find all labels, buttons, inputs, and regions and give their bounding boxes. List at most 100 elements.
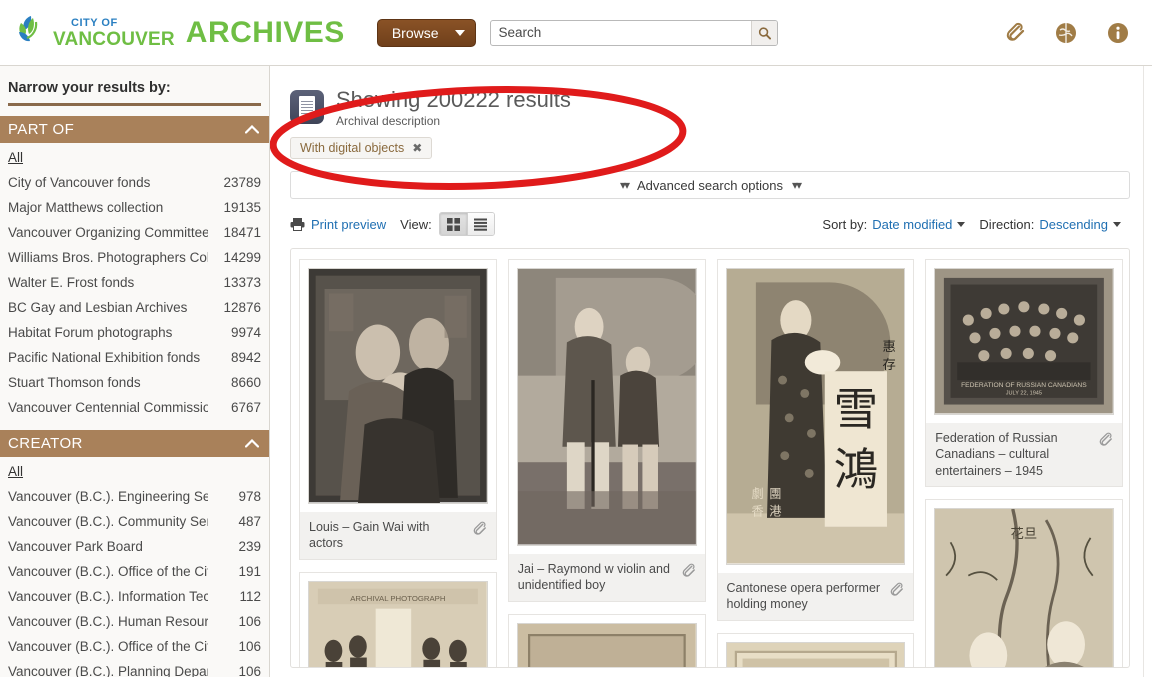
facet-item[interactable]: Vancouver (B.C.). Community Servi... 487 [0, 509, 269, 534]
facet-item[interactable]: Major Matthews collection 19135 [0, 195, 269, 220]
facet-item[interactable]: Vancouver (B.C.). Engineering Servi... 97… [0, 484, 269, 509]
facet-item-label: BC Gay and Lesbian Archives [8, 300, 188, 315]
facet-item-label: Habitat Forum photographs [8, 325, 173, 340]
facet-item[interactable]: Williams Bros. Photographers Colle. 14299 [0, 245, 269, 270]
facet-item-count: 8942 [230, 350, 261, 365]
print-preview-button[interactable]: Print preview [290, 217, 386, 232]
facet-item-label: Vancouver Centennial Commission.. [8, 400, 208, 415]
globe-icon[interactable] [1054, 21, 1078, 45]
facet-all-link[interactable]: All [8, 464, 23, 479]
facet-all-creator[interactable]: All [0, 457, 269, 484]
facet-item[interactable]: Vancouver Centennial Commission.. 6767 [0, 395, 269, 420]
info-icon[interactable] [1106, 21, 1130, 45]
facet-item-count: 8660 [230, 375, 261, 390]
search-submit-button[interactable] [750, 20, 777, 45]
results-grid: Louis – Gain Wai with actors ARCHIVAL PH… [290, 248, 1130, 669]
vancouver-leaf-logo-icon [16, 13, 50, 53]
chevron-down-icon[interactable] [957, 221, 966, 227]
facet-item-label: Williams Bros. Photographers Colle. [8, 250, 208, 265]
chevron-down-icon[interactable] [1113, 221, 1121, 227]
svg-text:惠: 惠 [882, 340, 895, 356]
facet-item-label: Pacific National Exhibition fonds [8, 350, 201, 365]
facet-item-count: 19135 [223, 200, 261, 215]
svg-text:存: 存 [882, 357, 895, 373]
facet-title: CREATOR [8, 435, 83, 452]
facet-item[interactable]: Vancouver Park Board 239 [0, 534, 269, 559]
chevron-down-icon [454, 29, 465, 36]
document-icon [290, 90, 324, 124]
grid-view-button[interactable] [439, 213, 467, 236]
direction-value[interactable]: Descending [1039, 217, 1108, 232]
result-caption[interactable]: Cantonese opera performer holding money [717, 572, 914, 620]
facet-item-count: 487 [238, 514, 261, 529]
facet-item[interactable]: BC Gay and Lesbian Archives 12876 [0, 295, 269, 320]
results-count-title: Showing 200222 results [336, 87, 571, 112]
list-view-button[interactable] [466, 213, 494, 236]
facet-item-label: Stuart Thomson fonds [8, 375, 141, 390]
result-card[interactable]: 花旦 [925, 499, 1123, 668]
search-input[interactable] [490, 20, 751, 45]
facet-item[interactable]: Vancouver (B.C.). Planning Depart... 106 [0, 659, 269, 677]
result-caption[interactable]: Louis – Gain Wai with actors [300, 511, 496, 559]
sort-by-value[interactable]: Date modified [872, 217, 952, 232]
close-icon[interactable]: ✖ [412, 141, 422, 155]
facet-item[interactable]: Vancouver (B.C.). Office of the City... 1… [0, 634, 269, 659]
archives-search-page: CITY OF VANCOUVER ARCHIVES Browse Search… [0, 0, 1152, 677]
advanced-search-toggle[interactable]: ▾▾ Advanced search options ▾▾ [290, 171, 1130, 200]
facet-item[interactable]: Habitat Forum photographs 9974 [0, 320, 269, 345]
result-caption[interactable]: Federation of Russian Canadians – cultur… [926, 422, 1122, 487]
facet-header-part-of[interactable]: PART OF [0, 116, 269, 143]
result-card[interactable]: FEDERATION OF RUSSIAN CANADIANS JULY 22,… [925, 259, 1123, 488]
facet-item-label: Vancouver Park Board [8, 539, 143, 554]
result-thumbnail: FEDERATION OF RUSSIAN CANADIANS JULY 22,… [934, 268, 1114, 415]
result-card[interactable] [507, 613, 706, 668]
chevron-double-down-icon: ▾▾ [791, 178, 802, 193]
facet-all-part-of[interactable]: All [0, 143, 269, 170]
svg-text:港: 港 [769, 505, 781, 519]
result-card[interactable]: Louis – Gain Wai with actors [299, 259, 497, 560]
facet-item[interactable]: Vancouver (B.C.). Information Tech... 112 [0, 584, 269, 609]
facet-item[interactable]: City of Vancouver fonds 23789 [0, 170, 269, 195]
result-card[interactable]: 雪 鴻 惠 存 劇團 香港 Cantonese opera performer … [716, 259, 915, 621]
facet-item[interactable]: Vancouver (B.C.). Office of the City... 1… [0, 559, 269, 584]
facet-item-label: Vancouver (B.C.). Community Servi... [8, 514, 208, 529]
advanced-search-label: Advanced search options [637, 177, 783, 193]
result-caption[interactable]: Jai – Raymond w violin and unidentified … [508, 553, 705, 601]
facet-item-count: 23789 [223, 175, 261, 190]
print-preview-label: Print preview [311, 216, 387, 232]
facet-all-link[interactable]: All [8, 150, 23, 165]
facet-item[interactable]: Vancouver Organizing Committee.. 18471 [0, 220, 269, 245]
facet-item[interactable]: Stuart Thomson fonds 8660 [0, 370, 269, 395]
result-title: Federation of Russian Canadians – cultur… [935, 430, 1058, 478]
facet-item[interactable]: Pacific National Exhibition fonds 8942 [0, 345, 269, 370]
facet-header-creator[interactable]: CREATOR [0, 430, 269, 457]
result-thumbnail [308, 268, 488, 504]
search-box[interactable] [489, 19, 778, 46]
result-card[interactable] [716, 632, 915, 668]
result-card[interactable]: ARCHIVAL PHOTOGRAPH [299, 571, 497, 668]
facets-sidebar: Narrow your results by: PART OF All City… [0, 66, 270, 677]
printer-icon [290, 218, 305, 232]
clipboard-icon[interactable] [1002, 21, 1026, 45]
browse-button[interactable]: Browse [376, 18, 476, 47]
title-divider [8, 103, 261, 106]
results-entity-type: Archival description [336, 114, 441, 129]
facet-item-count: 18471 [223, 225, 261, 240]
facet-item-label: Vancouver Organizing Committee.. [8, 225, 208, 240]
site-header: CITY OF VANCOUVER ARCHIVES Browse [0, 0, 1152, 66]
facet-item-label: Major Matthews collection [8, 200, 164, 215]
results-toolbar: Print preview View: Sort by: Date modifi… [290, 212, 1130, 237]
chevron-double-down-icon: ▾▾ [619, 178, 630, 193]
result-thumbnail [516, 622, 697, 668]
facet-item-label: Vancouver (B.C.). Office of the City... [8, 639, 208, 654]
facet-item-count: 106 [238, 664, 261, 677]
paperclip-icon [890, 582, 904, 596]
site-logo[interactable]: CITY OF VANCOUVER ARCHIVES [16, 13, 345, 53]
facet-item[interactable]: Walter E. Frost fonds 13373 [0, 270, 269, 295]
facet-item-count: 13373 [223, 275, 261, 290]
result-card[interactable]: Jai – Raymond w violin and unidentified … [507, 259, 706, 602]
filter-tag-with-digital-objects[interactable]: With digital objects ✖ [290, 137, 433, 160]
facet-item[interactable]: Vancouver (B.C.). Human Resource... 106 [0, 609, 269, 634]
logo-city-text: CITY OF [71, 17, 118, 29]
facet-list-part-of: City of Vancouver fonds 23789 Major Matth… [0, 170, 269, 420]
